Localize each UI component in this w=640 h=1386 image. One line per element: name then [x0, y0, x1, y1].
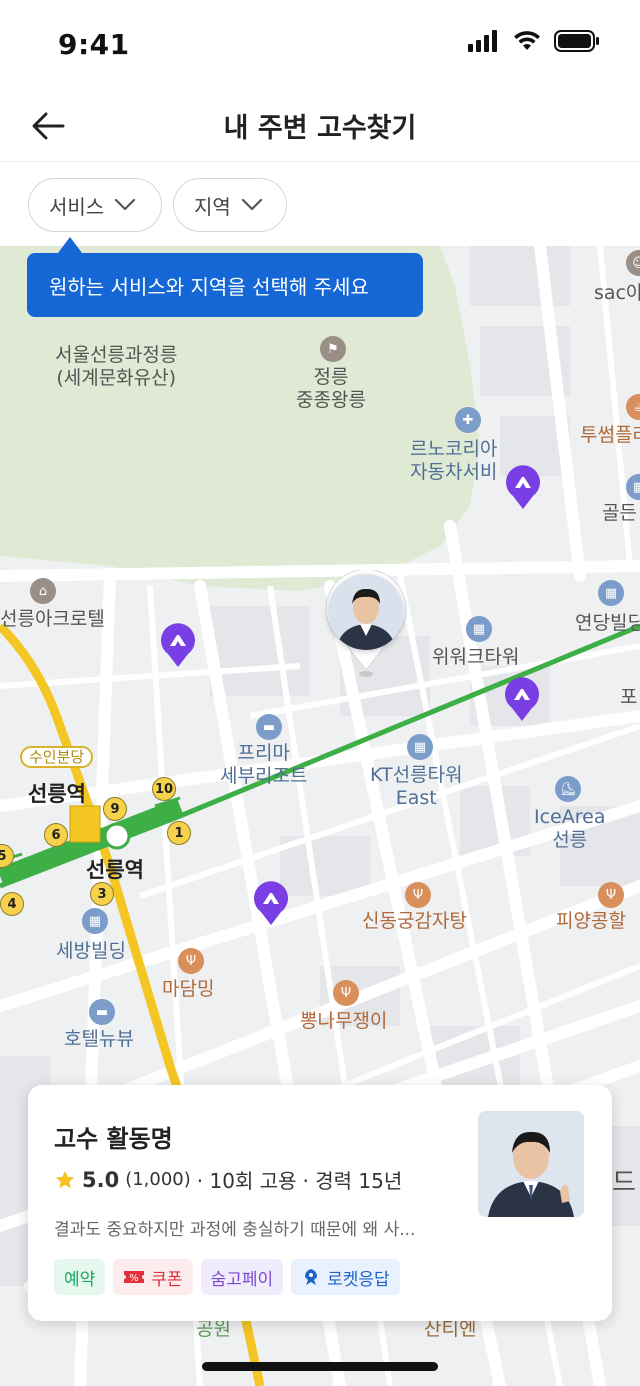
wrench-icon: ✚ — [455, 407, 481, 433]
building-icon: ▦ — [407, 734, 433, 760]
header: 내 주변 고수찾기 — [0, 90, 640, 162]
map-label-sac: sac아 — [594, 282, 640, 304]
expert-pin[interactable] — [504, 676, 540, 722]
map-label-bottom-right: 산티엔 — [424, 1318, 477, 1340]
expert-name: 고수 활동명 — [54, 1125, 173, 1153]
service-filter-chip[interactable]: 서비스 — [28, 178, 162, 232]
expert-rating-row: 5.0 (1,000) · 10회 고용 · 경력 15년 — [54, 1165, 402, 1194]
expert-photo — [478, 1111, 584, 1217]
expert-pin[interactable] — [253, 880, 289, 926]
map-label-twosome: 투썸플러 — [580, 424, 640, 446]
exit-number: 10 — [152, 777, 176, 801]
skating-icon: ⛸ — [555, 776, 581, 802]
chevron-down-icon — [241, 198, 262, 211]
region-filter-chip[interactable]: 지역 — [173, 178, 287, 232]
map-label-edge-right: 드 — [612, 1168, 636, 1198]
cellular-signal-icon — [468, 30, 497, 52]
restaurant-icon: Ψ — [178, 948, 204, 974]
map-label-renault: 르노코리아 자동차서비 — [410, 438, 498, 483]
coupon-tag-label: 쿠폰 — [151, 1269, 183, 1290]
expert-pin[interactable] — [505, 464, 541, 510]
restaurant-icon: Ψ — [405, 882, 431, 908]
building-icon: ▦ — [466, 616, 492, 642]
map-label-wework: 위워크타워 — [432, 646, 520, 668]
review-count: (1,000) — [125, 1169, 191, 1190]
service-filter-label: 서비스 — [49, 194, 105, 219]
expert-tags: 예약 % 쿠폰 숨고페이 로켓응답 — [54, 1259, 400, 1295]
career-years: · 경력 15년 — [302, 1169, 403, 1193]
map-label-piyang: 피양콩할 — [556, 910, 626, 932]
map-label-bottom-left: 공원 — [196, 1318, 231, 1340]
selected-expert-pin[interactable] — [324, 570, 408, 680]
map-label-seolleung: 서울선릉과정릉 (세계문화유산) — [55, 344, 178, 389]
restaurant-icon: Ψ — [333, 980, 359, 1006]
person-photo-icon — [478, 1111, 584, 1217]
expert-pin[interactable] — [160, 622, 196, 668]
reserve-tag: 예약 — [54, 1259, 106, 1295]
map-label-hotel-newbu: 호텔뉴뷰 — [64, 1028, 134, 1050]
status-icons — [468, 30, 600, 52]
expert-card[interactable]: 고수 활동명 5.0 (1,000) · 10회 고용 · 경력 15년 결과도… — [28, 1085, 612, 1321]
rocket-tag-label: 로켓응답 — [327, 1269, 390, 1290]
exit-number: 4 — [0, 892, 24, 916]
map-label-sinnamgung: 신동궁감자탕 — [362, 910, 467, 932]
tooltip-arrow — [58, 237, 82, 253]
exit-number: 3 — [90, 882, 114, 906]
coupon-icon: % — [124, 1271, 145, 1284]
coupon-tag: % 쿠폰 — [113, 1259, 193, 1295]
status-time: 9:41 — [58, 28, 130, 61]
expert-description: 결과도 중요하지만 과정에 충실하기 때문에 왜 사... — [54, 1220, 416, 1240]
map-label-prima: 프리마 세부리조트 — [220, 742, 308, 787]
pay-tag: 숨고페이 — [200, 1259, 284, 1295]
map-label-madamjing: 마담밍 — [162, 978, 215, 1000]
hotel-icon: ▬ — [89, 999, 115, 1025]
page-title: 내 주변 고수찾기 — [223, 113, 417, 144]
battery-icon — [554, 30, 599, 52]
filter-bar: 서비스 지역 — [0, 162, 640, 246]
map-label-hotel-left: 선릉아크로텔 — [0, 608, 105, 630]
hotel-icon: ▬ — [256, 714, 282, 740]
exit-number: 9 — [103, 797, 127, 821]
building-icon: ▦ — [82, 908, 108, 934]
rating-score: 5.0 — [82, 1167, 120, 1192]
map-label-sebang: 세방빌딩 — [56, 940, 126, 962]
status-bar: 9:41 — [0, 0, 640, 90]
star-icon — [55, 1170, 75, 1188]
map-label-yeondang: 연당빌딩 — [575, 612, 640, 634]
map-label-station-top: 선릉역 — [28, 782, 86, 806]
rocket-icon — [305, 1269, 318, 1285]
wifi-icon — [514, 31, 540, 50]
map-label-jeongneung: 정릉 중종왕릉 — [296, 366, 366, 411]
rocket-tag: 로켓응답 — [291, 1259, 400, 1295]
filter-tooltip: 원하는 서비스와 지역을 선택해 주세요 — [27, 253, 423, 317]
hire-count: · 10회 고용 — [196, 1169, 297, 1193]
exit-number: 1 — [167, 821, 191, 845]
exit-number: 6 — [44, 823, 68, 847]
reserve-tag-label: 예약 — [64, 1269, 96, 1290]
landmark-icon: ⚑ — [320, 336, 346, 362]
map-label-po: 포 — [620, 686, 638, 708]
chevron-down-icon — [115, 198, 136, 211]
svg-text:%: % — [130, 1273, 140, 1284]
house-icon: ⌂ — [30, 578, 56, 604]
suin-bundang-badge: 수인분당 — [20, 746, 94, 768]
region-filter-label: 지역 — [194, 194, 231, 219]
restaurant-icon: Ψ — [598, 882, 624, 908]
map-label-station-bottom: 선릉역 — [86, 858, 144, 882]
pay-tag-label: 숨고페이 — [210, 1269, 274, 1290]
map-label-icearea: IceArea 선릉 — [534, 806, 606, 851]
map-label-golden: 골든 — [602, 502, 637, 524]
home-indicator — [202, 1362, 438, 1371]
map-label-kt: KT선릉타워 East — [370, 764, 463, 809]
avatar — [328, 574, 404, 650]
person-photo-icon — [328, 574, 404, 650]
building-icon: ▦ — [598, 580, 624, 606]
map-label-ppongna: 뽕나무쟁이 — [300, 1010, 388, 1032]
